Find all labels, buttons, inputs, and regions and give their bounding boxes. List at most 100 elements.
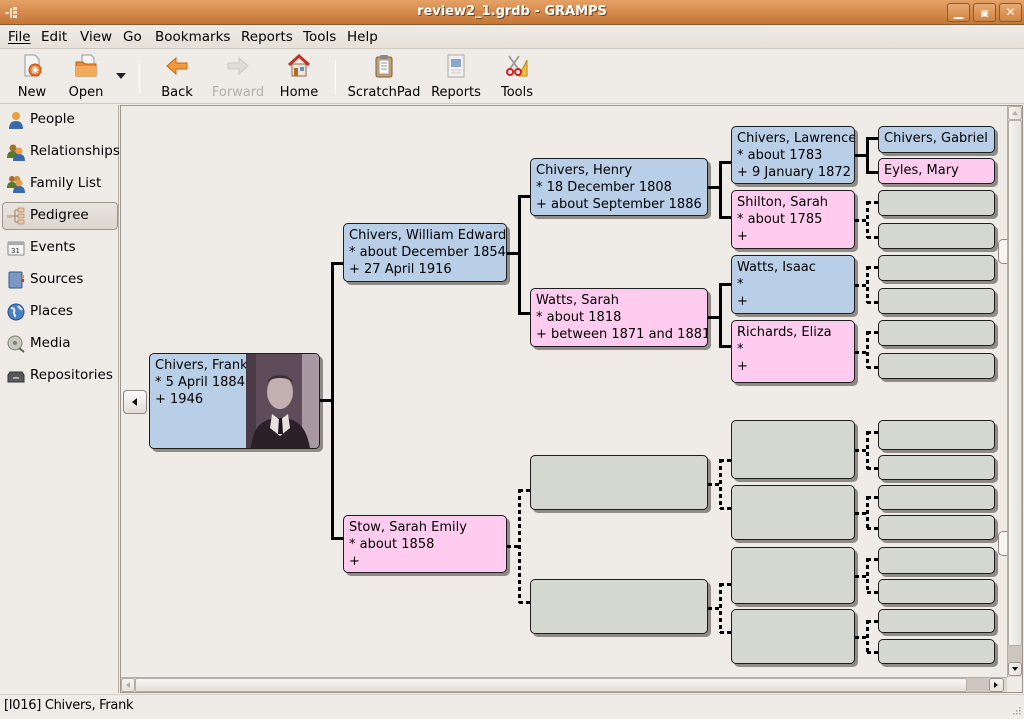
empty-person-box[interactable] xyxy=(878,190,995,216)
person-name: Chivers, Gabriel xyxy=(884,131,988,146)
forward-arrow-icon xyxy=(227,56,249,76)
empty-person-box[interactable] xyxy=(878,288,995,314)
new-label: New xyxy=(17,85,47,100)
connector-line xyxy=(720,507,731,510)
horizontal-scrollbar[interactable] xyxy=(121,677,1007,692)
toolbar: New Open Back Forward Home ScratchPad Re… xyxy=(0,50,1024,104)
person-box[interactable]: Chivers, William Edward * about December … xyxy=(343,223,507,282)
person-box[interactable]: Chivers, Frank * 5 April 1884 + 1946 xyxy=(149,353,320,449)
menu-reports[interactable]: Reports xyxy=(241,29,293,45)
new-button[interactable]: New xyxy=(10,54,54,100)
tools-button[interactable]: Tools xyxy=(497,54,537,100)
sidebar-item-people[interactable]: People xyxy=(2,106,118,134)
connector-line xyxy=(867,431,878,434)
scroll-right-button[interactable] xyxy=(989,678,1004,692)
empty-person-box[interactable] xyxy=(878,455,995,480)
horizontal-scroll-thumb[interactable] xyxy=(135,678,967,692)
menu-file[interactable]: File xyxy=(8,29,31,45)
sidebar-item-media[interactable]: Media xyxy=(2,330,118,358)
person-box[interactable]: Stow, Sarah Emily * about 1858 + xyxy=(343,515,507,573)
scroll-up-button[interactable] xyxy=(1008,106,1022,120)
person-box[interactable]: Eyles, Mary xyxy=(878,158,995,184)
down-arrow-icon xyxy=(1012,667,1018,671)
sidebar-item-places[interactable]: Places xyxy=(2,298,118,326)
person-box[interactable]: Chivers, Henry * 18 December 1808 + about … xyxy=(530,158,708,216)
menu-help[interactable]: Help xyxy=(347,29,378,45)
sidebar-item-label: Family List xyxy=(30,175,102,191)
scroll-down-button[interactable] xyxy=(1008,662,1022,676)
menu-edit[interactable]: Edit xyxy=(41,29,67,45)
maximize-button[interactable]: ▣ xyxy=(973,3,996,22)
sidebar-item-repositories[interactable]: Repositories xyxy=(2,362,118,390)
connector-line xyxy=(719,583,722,633)
empty-person-box[interactable] xyxy=(878,639,995,664)
empty-person-box[interactable] xyxy=(878,353,995,379)
reports-button[interactable]: Reports xyxy=(428,54,484,100)
menu-bookmarks[interactable]: Bookmarks xyxy=(155,29,230,45)
person-box[interactable]: Chivers, Gabriel xyxy=(878,126,995,153)
connector-line xyxy=(720,283,731,286)
empty-person-box[interactable] xyxy=(731,485,855,540)
back-button[interactable]: Back xyxy=(155,54,199,100)
person-box[interactable]: Shilton, Sarah * about 1785 + xyxy=(731,190,855,249)
person-name: Chivers, Frank xyxy=(155,358,248,373)
resize-grip-icon[interactable] xyxy=(1009,705,1021,717)
empty-person-box[interactable] xyxy=(878,223,995,249)
sidebar-item-label: Repositories xyxy=(30,367,113,383)
close-button[interactable]: ✕ xyxy=(999,3,1022,22)
empty-person-box[interactable] xyxy=(731,547,855,604)
forward-label: Forward xyxy=(211,85,265,100)
home-button[interactable]: Home xyxy=(276,54,322,100)
vertical-scroll-thumb[interactable] xyxy=(1008,120,1022,646)
empty-person-box[interactable] xyxy=(731,609,855,664)
back-arrow-icon xyxy=(166,56,188,76)
sidebar-item-relationships[interactable]: Relationships xyxy=(2,138,120,166)
sidebar-item-sources[interactable]: Sources xyxy=(2,266,118,294)
person-photo[interactable] xyxy=(246,354,319,448)
person-box[interactable]: Chivers, Lawrence * about 1783 + 9 January… xyxy=(731,126,855,184)
person-icon xyxy=(9,112,23,129)
empty-person-box[interactable] xyxy=(878,320,995,346)
empty-person-box[interactable] xyxy=(878,579,995,604)
scratchpad-button[interactable]: ScratchPad xyxy=(347,54,421,100)
empty-person-box[interactable] xyxy=(878,255,995,281)
empty-person-box[interactable] xyxy=(530,455,708,510)
open-button[interactable]: Open xyxy=(64,54,108,100)
connector-line xyxy=(720,161,731,164)
empty-person-box[interactable] xyxy=(878,485,995,510)
vertical-scrollbar[interactable] xyxy=(1007,106,1022,677)
open-recent-dropdown[interactable] xyxy=(113,68,129,84)
empty-person-box[interactable] xyxy=(878,547,995,574)
empty-person-box[interactable] xyxy=(530,579,708,634)
person-box[interactable]: Watts, Isaac * + xyxy=(731,255,855,314)
menu-view[interactable]: View xyxy=(80,29,112,45)
menu-tools[interactable]: Tools xyxy=(303,29,336,45)
empty-person-box[interactable] xyxy=(731,420,855,479)
person-box[interactable]: Richards, Eliza * + xyxy=(731,320,855,383)
empty-person-box[interactable] xyxy=(878,609,995,633)
sidebar-item-pedigree[interactable]: Pedigree xyxy=(2,202,118,230)
scroll-left-button[interactable] xyxy=(121,678,135,692)
menu-file-label: File xyxy=(8,29,31,45)
menu-tools-label: Tools xyxy=(303,29,337,45)
connector-line xyxy=(867,266,878,269)
forward-button[interactable]: Forward xyxy=(210,54,266,100)
horizontal-scroll-trough xyxy=(967,678,989,692)
show-children-button[interactable] xyxy=(123,390,147,414)
person-name: Chivers, William Edward xyxy=(349,228,507,243)
menu-go-label: Go xyxy=(123,29,142,45)
sidebar-item-events[interactable]: 31 Events xyxy=(2,234,118,262)
minimize-button[interactable]: ▁ xyxy=(947,3,970,22)
connector-line xyxy=(719,161,722,219)
connector-line xyxy=(867,201,878,204)
sidebar-item-family-list[interactable]: Family List xyxy=(2,170,118,198)
pedigree-icon xyxy=(7,207,25,225)
person-birth: * 5 April 1884 xyxy=(155,375,245,390)
empty-person-box[interactable] xyxy=(878,420,995,450)
empty-person-box[interactable] xyxy=(878,515,995,540)
connector-line xyxy=(332,537,343,540)
connector-line xyxy=(519,489,530,492)
sidebar-item-label: Pedigree xyxy=(30,207,89,223)
menu-go[interactable]: Go xyxy=(123,29,142,45)
person-box[interactable]: Watts, Sarah * about 1818 + between 1871 a… xyxy=(530,288,708,347)
